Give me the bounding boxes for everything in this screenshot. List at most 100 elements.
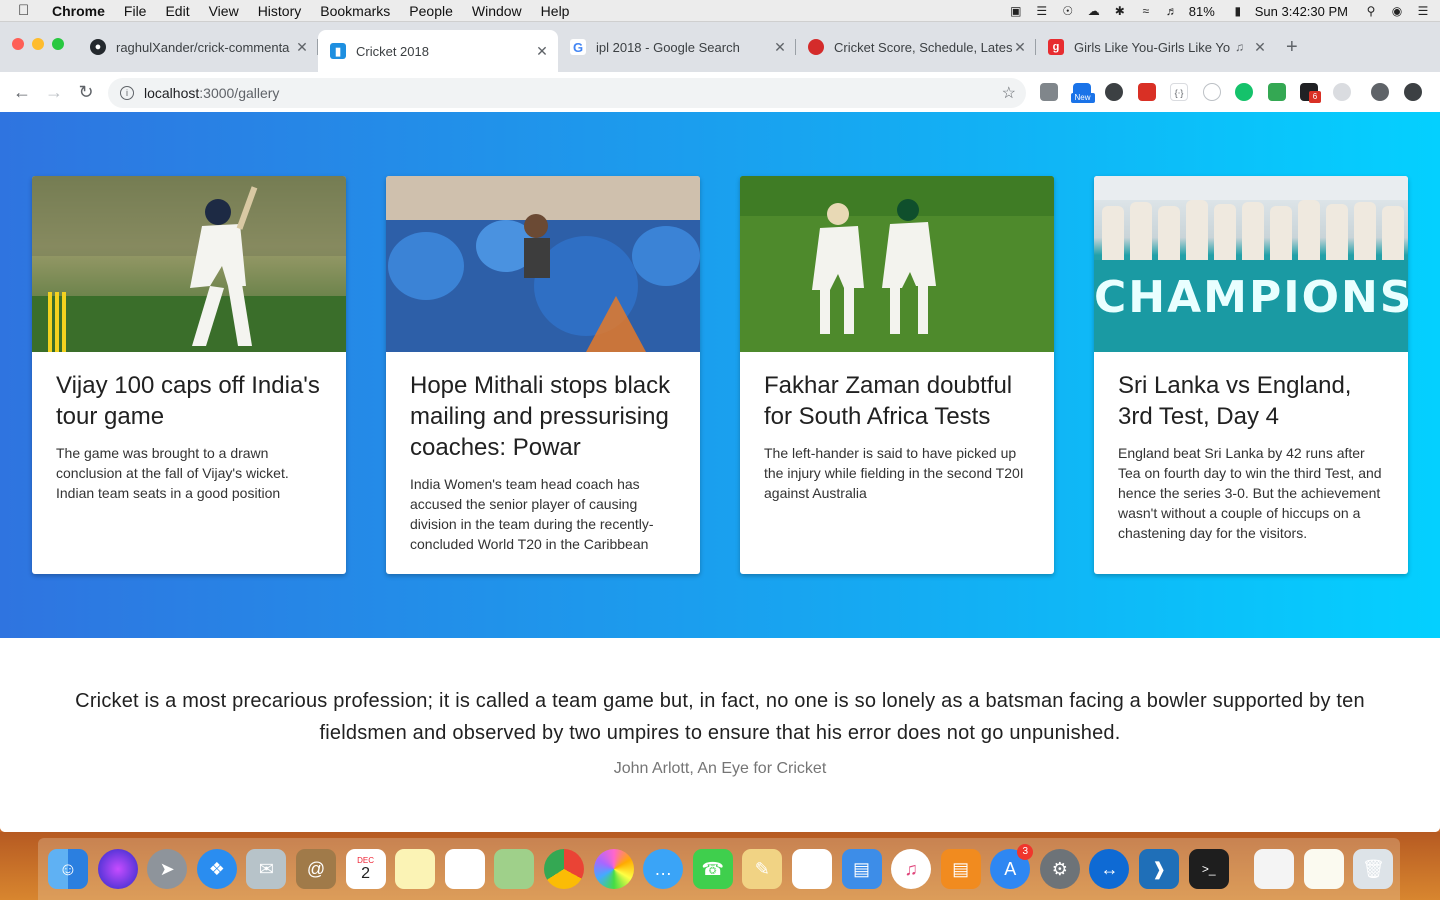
card-body: Sri Lanka vs England, 3rd Test, Day 4 En… <box>1094 352 1408 543</box>
ibooks-icon[interactable]: ▤ <box>940 849 981 889</box>
news-card[interactable]: Hope Mithali stops black mailing and pre… <box>386 176 700 574</box>
back-icon[interactable]: ← <box>6 82 38 103</box>
card-title[interactable]: Vijay 100 caps off India's tour game <box>56 370 322 432</box>
notification-center-icon[interactable]: ☰ <box>1414 4 1432 18</box>
close-window-button[interactable] <box>12 38 24 50</box>
battery-percent[interactable]: 81% <box>1189 4 1215 19</box>
news-card[interactable]: Vijay 100 caps off India's tour game The… <box>32 176 346 574</box>
card-title[interactable]: Sri Lanka vs England, 3rd Test, Day 4 <box>1118 370 1384 432</box>
contacts-icon[interactable]: @ <box>295 849 336 889</box>
card-image <box>386 176 700 352</box>
card-title[interactable]: Fakhar Zaman doubtful for South Africa T… <box>764 370 1030 432</box>
sync-icon[interactable]: ☉ <box>1059 4 1077 18</box>
launchpad-icon[interactable]: ➤ <box>147 849 188 889</box>
siri-icon[interactable]: ◉ <box>1388 4 1406 18</box>
safari-icon[interactable]: ❖ <box>196 849 237 889</box>
keynote-icon[interactable]: ▤ <box>841 849 882 889</box>
close-tab-icon[interactable]: ✕ <box>1252 39 1268 56</box>
screenshot-extension-icon[interactable] <box>1040 83 1058 101</box>
downloads-stack-icon[interactable] <box>1303 849 1344 889</box>
new-extension-icon[interactable]: New <box>1070 83 1095 103</box>
tab-google-search[interactable]: G ipl 2018 - Google Search ✕ <box>558 32 796 62</box>
tab-cricket-2018[interactable]: ▮ Cricket 2018 ✕ <box>318 30 558 72</box>
vscode-icon[interactable]: ❱ <box>1139 849 1180 889</box>
json-extension-icon[interactable]: {⋅} <box>1170 83 1188 101</box>
wifi-icon[interactable]: ≈ <box>1137 4 1155 18</box>
chrome-icon[interactable] <box>543 849 584 889</box>
menu-people[interactable]: People <box>409 3 453 19</box>
counter-extension-icon[interactable]: 6 <box>1300 83 1321 103</box>
photos-icon[interactable] <box>593 849 634 889</box>
documents-stack-icon[interactable] <box>1254 849 1295 889</box>
menu-window[interactable]: Window <box>472 3 522 19</box>
menu-file[interactable]: File <box>124 3 147 19</box>
close-tab-icon[interactable]: ✕ <box>1012 39 1028 56</box>
update-menu-icon[interactable] <box>1403 83 1422 101</box>
red-extension-icon[interactable] <box>1137 83 1156 101</box>
calendar-icon[interactable]: DEC 2 <box>345 849 386 889</box>
menu-bookmarks[interactable]: Bookmarks <box>320 3 390 19</box>
fullscreen-window-button[interactable] <box>52 38 64 50</box>
reload-icon[interactable]: ↻ <box>70 82 102 103</box>
status-app-icon[interactable]: ▣ <box>1007 4 1025 18</box>
messages-icon[interactable]: … <box>643 849 684 889</box>
mail-icon[interactable]: ✉ <box>246 849 287 889</box>
menu-edit[interactable]: Edit <box>165 3 189 19</box>
facetime-icon[interactable]: ☎ <box>692 849 733 889</box>
close-tab-icon[interactable]: ✕ <box>294 39 310 56</box>
minimize-window-button[interactable] <box>32 38 44 50</box>
site-info-icon[interactable]: i <box>120 86 134 100</box>
profile-avatar[interactable] <box>1371 83 1389 101</box>
notes-icon[interactable] <box>395 849 436 889</box>
tab-title: ipl 2018 - Google Search <box>596 39 740 55</box>
siri-icon[interactable] <box>97 849 138 889</box>
menu-app-name[interactable]: Chrome <box>52 3 105 19</box>
forward-icon[interactable]: → <box>38 82 70 103</box>
menu-view[interactable]: View <box>209 3 239 19</box>
new-tab-button[interactable]: + <box>1286 36 1298 59</box>
terminal-icon[interactable]: >_ <box>1188 849 1229 889</box>
apple-menu-icon[interactable]:  <box>18 2 38 19</box>
speedometer-extension-icon[interactable] <box>1105 83 1123 101</box>
tab-gaana[interactable]: g Girls Like You-Girls Like Yo ♫ ✕ <box>1036 32 1276 62</box>
calendar-month: DEC <box>357 855 374 865</box>
finder-icon[interactable]: ☺ <box>48 849 88 889</box>
grammarly-icon[interactable] <box>1235 83 1253 101</box>
card-body: Vijay 100 caps off India's tour game The… <box>32 352 346 503</box>
spotlight-search-icon[interactable]: ⚲ <box>1362 4 1380 18</box>
volume-icon[interactable]: ♬ <box>1163 4 1181 18</box>
pages-icon[interactable]: ✎ <box>742 849 783 889</box>
app-store-badge: 3 <box>1017 844 1034 860</box>
app-store-icon[interactable]: A3 <box>990 844 1034 889</box>
menu-history[interactable]: History <box>258 3 302 19</box>
card-body: Hope Mithali stops black mailing and pre… <box>386 352 700 554</box>
address-bar[interactable]: i localhost:3000/gallery ☆ <box>108 78 1026 108</box>
window-controls <box>12 38 72 50</box>
close-tab-icon[interactable]: ✕ <box>772 39 788 56</box>
itunes-icon[interactable]: ♫ <box>891 849 932 889</box>
menu-help[interactable]: Help <box>541 3 570 19</box>
trash-icon[interactable]: 🗑 <box>1353 849 1394 889</box>
menubar-clock[interactable]: Sun 3:42:30 PM <box>1255 4 1348 19</box>
numbers-icon[interactable]: ▉ <box>791 849 832 889</box>
google-icon: G <box>570 39 586 55</box>
drive-icon[interactable]: ☰ <box>1033 4 1051 18</box>
battery-icon[interactable]: ▮ <box>1229 4 1247 18</box>
card-title[interactable]: Hope Mithali stops black mailing and pre… <box>410 370 676 463</box>
cloud-icon[interactable]: ☁ <box>1085 4 1103 18</box>
news-card[interactable]: CHAMPIONS Sri Lanka vs England, 3rd Test… <box>1094 176 1408 574</box>
maps-icon[interactable] <box>494 849 535 889</box>
news-card[interactable]: Fakhar Zaman doubtful for South Africa T… <box>740 176 1054 574</box>
grey-extension-icon[interactable] <box>1332 83 1351 101</box>
tab-cricbuzz[interactable]: Cricket Score, Schedule, Lates ✕ <box>796 32 1036 62</box>
audio-playing-icon[interactable]: ♫ <box>1235 40 1244 54</box>
bluetooth-icon[interactable]: ✱ <box>1111 4 1129 18</box>
system-preferences-icon[interactable]: ⚙ <box>1039 849 1080 889</box>
close-tab-icon[interactable]: ✕ <box>534 43 550 60</box>
bookmark-star-icon[interactable]: ☆ <box>1002 83 1016 103</box>
reminders-icon[interactable] <box>444 849 485 889</box>
tab-github[interactable]: ● raghulXander/crick-commenta ✕ <box>78 32 318 62</box>
green-extension-icon[interactable] <box>1267 83 1286 101</box>
teamviewer-icon[interactable]: ↔ <box>1089 849 1130 889</box>
circle-extension-icon[interactable] <box>1202 83 1221 101</box>
